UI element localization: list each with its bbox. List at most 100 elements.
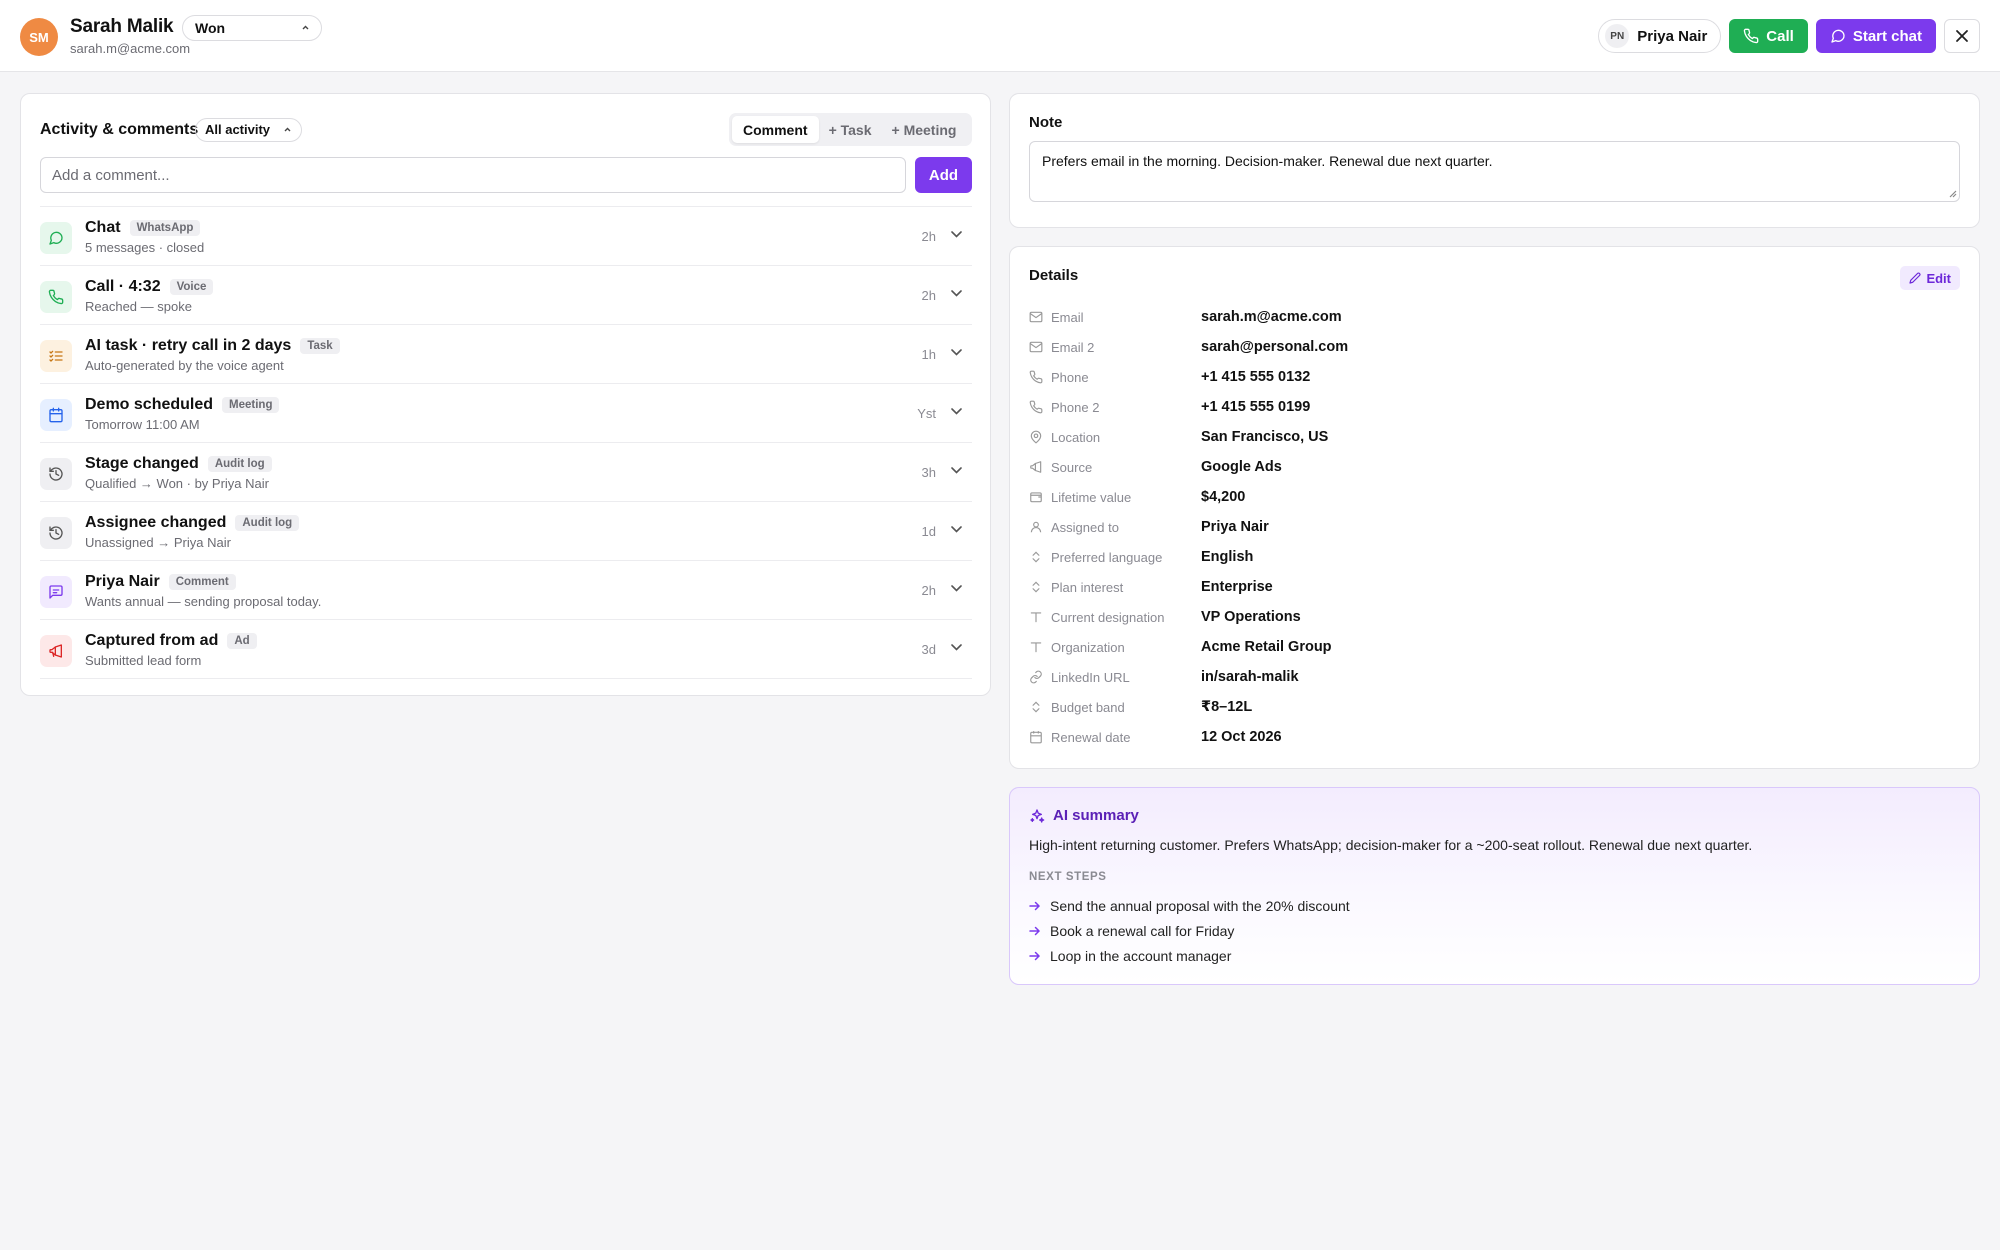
detail-value[interactable]: VP Operations	[1201, 609, 1301, 625]
chevron-down-icon[interactable]	[951, 467, 962, 474]
phone-icon	[1029, 400, 1043, 414]
note-textarea[interactable]: Prefers email in the morning. Decision-m…	[1029, 141, 1960, 202]
detail-label: Phone 2	[1051, 399, 1100, 415]
activity-item-comment[interactable]: Priya Nair Comment Wants annual — sendin…	[40, 561, 972, 620]
detail-label: LinkedIn URL	[1051, 669, 1130, 685]
activity-item-time: 1d	[921, 524, 936, 539]
details-list: Email sarah.m@acme.com Email 2 sarah@per…	[1029, 302, 1959, 752]
tab-comment[interactable]: Comment	[732, 116, 819, 143]
note-card: Note Prefers email in the morning. Decis…	[1009, 93, 1980, 228]
detail-value[interactable]: Priya Nair	[1201, 519, 1269, 535]
activity-item-ai-task[interactable]: AI task · retry call in 2 days Task Auto…	[40, 325, 972, 384]
chevron-down-icon[interactable]	[951, 231, 962, 238]
detail-row-organization: Organization Acme Retail Group	[1029, 632, 1959, 662]
stage-value: Won	[195, 20, 226, 36]
next-steps-list: Send the annual proposal with the 20% di…	[1029, 893, 1350, 968]
chevron-down-icon[interactable]	[951, 408, 962, 415]
detail-label: Plan interest	[1051, 579, 1124, 595]
activity-item-subtitle: Qualified → Won · by Priya Nair	[85, 476, 269, 491]
details-card: Details Edit Email sarah.m@acme.com Emai…	[1009, 246, 1980, 769]
activity-title: Activity & comments	[40, 121, 199, 138]
activity-item-assignee-changed[interactable]: Assignee changed Audit log Unassigned → …	[40, 502, 972, 561]
detail-value[interactable]: ₹8–12L	[1201, 699, 1252, 715]
activity-item-stage-changed[interactable]: Stage changed Audit log Qualified → Won …	[40, 443, 972, 502]
activity-item-subtitle: Wants annual — sending proposal today.	[85, 594, 322, 609]
add-comment-button[interactable]: Add	[915, 157, 972, 193]
activity-item-title: Assignee changed	[85, 514, 227, 531]
detail-label: Renewal date	[1051, 729, 1131, 745]
chevron-down-icon[interactable]	[951, 290, 962, 297]
detail-label: Email 2	[1051, 339, 1095, 355]
detail-row-current-designation: Current designation VP Operations	[1029, 602, 1959, 632]
detail-value[interactable]: 12 Oct 2026	[1201, 729, 1282, 745]
activity-filter-select[interactable]: All activity	[195, 118, 302, 142]
activity-item-chat[interactable]: Chat WhatsApp 5 messages · closed 2h	[40, 207, 972, 266]
activity-item-tag: WhatsApp	[129, 220, 201, 236]
activity-item-call[interactable]: Call · 4:32 Voice Reached — spoke 2h	[40, 266, 972, 325]
phone-icon	[1029, 370, 1043, 384]
updown-icon	[1032, 701, 1040, 713]
detail-value[interactable]: San Francisco, US	[1201, 429, 1328, 445]
detail-label: Lifetime value	[1051, 489, 1132, 505]
assignee-chip[interactable]: PN Priya Nair	[1598, 19, 1722, 53]
avatar: SM	[20, 18, 58, 56]
detail-value[interactable]: $4,200	[1201, 489, 1245, 505]
history-icon	[40, 517, 72, 549]
call-button[interactable]: Call	[1729, 19, 1808, 53]
activity-item-title: AI task · retry call in 2 days	[85, 337, 292, 354]
next-step-text: Loop in the account manager	[1050, 947, 1232, 964]
detail-label: Preferred language	[1051, 549, 1163, 565]
detail-value[interactable]: Google Ads	[1201, 459, 1282, 475]
activity-item-tag: Audit log	[207, 456, 272, 472]
detail-value[interactable]: +1 415 555 0199	[1201, 399, 1310, 415]
start-chat-button[interactable]: Start chat	[1815, 19, 1936, 53]
activity-item-captured-from-ad[interactable]: Captured from ad Ad Submitted lead form …	[40, 620, 972, 679]
updown-icon	[1032, 581, 1040, 593]
arrow-right-icon	[1029, 951, 1041, 960]
ai-summary-title: AI summary	[1029, 807, 1139, 824]
chevron-down-icon[interactable]	[951, 644, 962, 651]
tab-task[interactable]: + Task	[819, 116, 882, 143]
detail-value[interactable]: +1 415 555 0132	[1201, 369, 1310, 385]
activity-item-time: 2h	[921, 229, 936, 244]
activity-item-tag: Task	[300, 338, 340, 354]
updown-icon	[1032, 551, 1040, 563]
detail-row-phone-2: Phone 2 +1 415 555 0199	[1029, 392, 1959, 422]
detail-value[interactable]: Enterprise	[1201, 579, 1273, 595]
next-step-item: Loop in the account manager	[1029, 943, 1350, 968]
detail-value[interactable]: Acme Retail Group	[1201, 639, 1332, 655]
assignee-avatar: PN	[1605, 24, 1630, 48]
edit-details-button[interactable]: Edit	[1900, 266, 1960, 290]
detail-value[interactable]: English	[1201, 549, 1253, 565]
chevron-down-icon[interactable]	[951, 349, 962, 356]
activity-item-time: 2h	[921, 288, 936, 303]
activity-item-subtitle: Unassigned → Priya Nair	[85, 535, 231, 550]
activity-item-subtitle: Reached — spoke	[85, 299, 192, 314]
chevron-down-icon[interactable]	[951, 526, 962, 533]
next-step-item: Book a renewal call for Friday	[1029, 918, 1350, 943]
chat-icon	[40, 222, 72, 254]
activity-item-demo[interactable]: Demo scheduled Meeting Tomorrow 11:00 AM…	[40, 384, 972, 443]
detail-value[interactable]: in/sarah-malik	[1201, 669, 1299, 685]
calendar-icon	[1030, 731, 1042, 744]
caret-icon	[302, 25, 309, 30]
detail-label: Phone	[1051, 369, 1089, 385]
location-pin-icon	[1030, 430, 1042, 444]
caret-icon	[284, 127, 291, 132]
stage-select[interactable]: Won	[182, 15, 322, 41]
wallet-icon	[1030, 492, 1042, 503]
activity-item-time: 2h	[921, 583, 936, 598]
detail-label: Assigned to	[1051, 519, 1119, 535]
call-label: Call	[1766, 27, 1794, 45]
resize-grip-icon[interactable]	[1948, 189, 1957, 198]
detail-value[interactable]: sarah.m@acme.com	[1201, 309, 1342, 325]
activity-item-title: Demo scheduled	[85, 396, 214, 413]
detail-value[interactable]: sarah@personal.com	[1201, 339, 1348, 355]
comment-input[interactable]	[40, 157, 906, 193]
tab-meeting[interactable]: + Meeting	[882, 116, 967, 143]
arrow-right-icon	[1029, 926, 1041, 935]
comment-icon	[40, 576, 72, 608]
close-button[interactable]	[1944, 19, 1980, 53]
activity-item-tag: Audit log	[235, 515, 300, 531]
chevron-down-icon[interactable]	[951, 585, 962, 592]
